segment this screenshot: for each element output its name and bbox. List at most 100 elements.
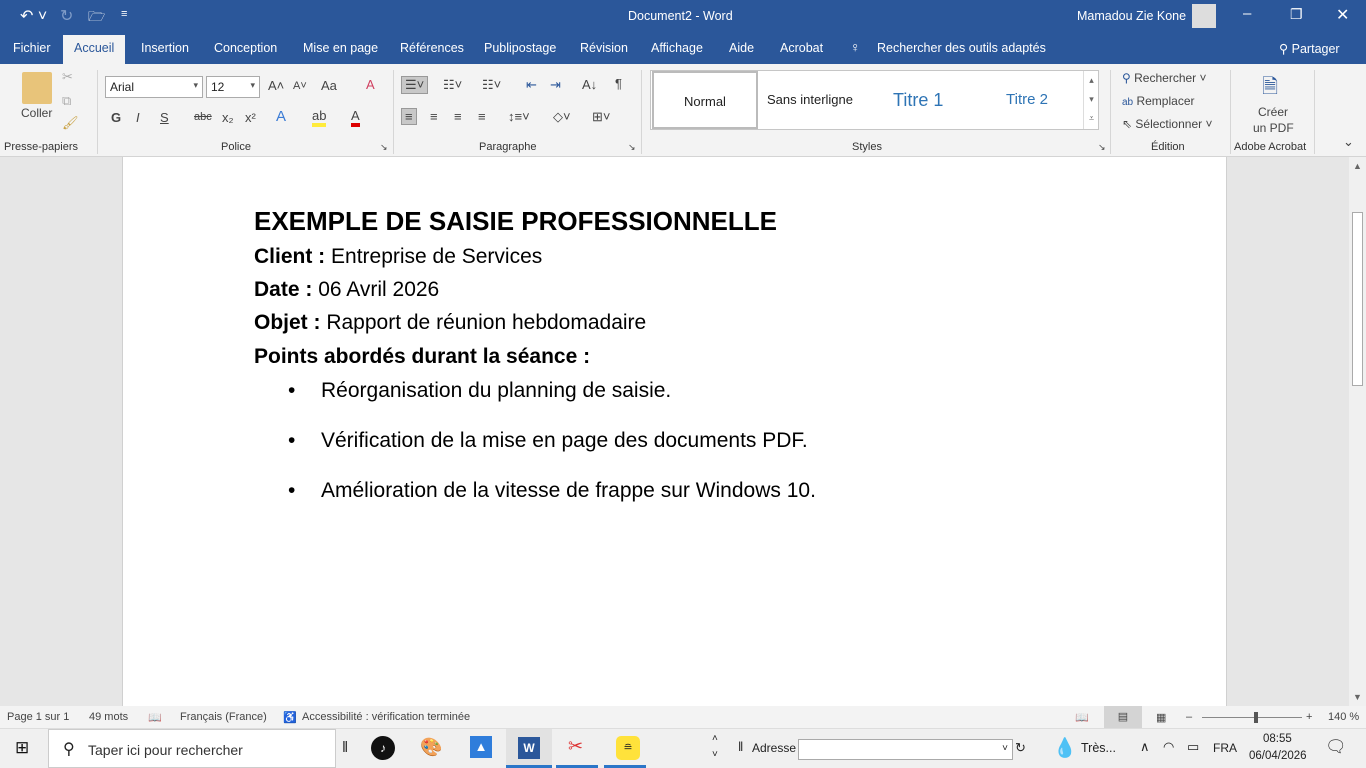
create-pdf-icon[interactable]: 🗎: [1262, 72, 1278, 106]
sort-icon[interactable]: A↓: [582, 77, 597, 92]
zoom-in-button[interactable]: +: [1306, 711, 1312, 723]
restore-icon[interactable]: ❐: [1290, 6, 1303, 23]
paste-icon[interactable]: [22, 72, 52, 104]
shading-icon[interactable]: ◇˅: [553, 109, 571, 125]
scroll-down-icon[interactable]: ▼: [1353, 692, 1362, 702]
paste-button[interactable]: Coller: [21, 106, 52, 120]
print-layout-icon[interactable]: ▤: [1104, 706, 1142, 728]
zoom-out-button[interactable]: –: [1186, 711, 1192, 723]
style-titre-1[interactable]: Titre 1: [893, 71, 943, 129]
accessibility-status[interactable]: Accessibilité : vérification terminée: [302, 711, 470, 723]
clock-date[interactable]: 06/04/2026: [1249, 750, 1307, 762]
tab-insertion[interactable]: Insertion: [141, 41, 189, 55]
snipping-tool-icon[interactable]: ✂: [568, 736, 583, 757]
read-mode-icon[interactable]: 📖: [1075, 711, 1089, 724]
chevron-down-icon[interactable]: ˅: [1002, 743, 1008, 754]
italic-button[interactable]: I: [136, 110, 140, 125]
share-button[interactable]: ⚲ Partager: [1279, 41, 1340, 56]
refresh-icon[interactable]: ↻: [1015, 740, 1026, 756]
font-dialog-launcher-icon[interactable]: ↘: [380, 142, 388, 153]
wifi-icon[interactable]: ◠: [1163, 739, 1174, 755]
tab-revision[interactable]: Révision: [580, 41, 628, 55]
clock-time[interactable]: 08:55: [1263, 733, 1292, 745]
scroll-up-icon[interactable]: ▲: [1353, 161, 1362, 171]
open-folder-icon[interactable]: 🗁: [88, 6, 105, 30]
tab-acrobat[interactable]: Acrobat: [780, 41, 823, 55]
multilevel-list-icon[interactable]: ☷˅: [482, 77, 501, 93]
tab-fichier[interactable]: Fichier: [13, 41, 51, 55]
text-effects-icon[interactable]: A: [276, 108, 286, 125]
proofing-icon[interactable]: 📖: [148, 711, 162, 724]
tab-conception[interactable]: Conception: [214, 41, 277, 55]
redo-icon[interactable]: ↻: [60, 6, 73, 26]
show-hidden-icons[interactable]: ∧: [1140, 739, 1150, 755]
font-color-icon[interactable]: A: [351, 108, 360, 127]
align-center-icon[interactable]: ≡: [430, 109, 438, 124]
vertical-scrollbar[interactable]: ▲ ▼: [1349, 157, 1366, 706]
tab-aide[interactable]: Aide: [729, 41, 754, 55]
style-normal[interactable]: Normal: [652, 71, 758, 129]
photos-icon[interactable]: ▲: [470, 736, 492, 758]
notifications-icon[interactable]: 🗨: [1325, 737, 1347, 757]
close-icon[interactable]: ✕: [1336, 5, 1349, 25]
line-spacing-icon[interactable]: ↕≡˅: [508, 109, 530, 124]
tiktok-icon[interactable]: ♪: [371, 736, 395, 760]
input-language[interactable]: FRA: [1213, 741, 1237, 755]
shrink-font-icon[interactable]: A˅: [293, 80, 307, 92]
justify-icon[interactable]: ≡: [478, 109, 486, 124]
format-painter-icon[interactable]: 🖌: [62, 115, 79, 131]
style-titre-2[interactable]: Titre 2: [1006, 71, 1048, 129]
language[interactable]: Français (France): [180, 711, 267, 723]
paragraph-dialog-launcher-icon[interactable]: ↘: [628, 142, 636, 153]
grow-font-icon[interactable]: A˄: [268, 78, 284, 93]
highlight-icon[interactable]: ab: [312, 108, 327, 127]
word-taskbar-button[interactable]: W: [506, 729, 552, 768]
address-input[interactable]: ˅: [798, 739, 1013, 760]
tab-accueil[interactable]: Accueil: [63, 35, 126, 64]
tab-publipostage[interactable]: Publipostage: [484, 41, 556, 55]
zoom-level[interactable]: 140 %: [1328, 711, 1359, 723]
align-right-icon[interactable]: ≡: [454, 109, 462, 124]
show-marks-icon[interactable]: ¶: [615, 76, 622, 91]
styles-dialog-launcher-icon[interactable]: ↘: [1098, 142, 1106, 153]
bullets-button[interactable]: ☰˅: [401, 76, 429, 94]
change-case-button[interactable]: Aa: [321, 78, 337, 93]
styles-scroll-buttons[interactable]: ▴ ▾ ⩡: [1083, 71, 1099, 129]
zoom-slider[interactable]: [1202, 712, 1302, 723]
weather-icon[interactable]: 💧: [1053, 736, 1077, 760]
task-view-icon[interactable]: ‖: [342, 739, 348, 756]
font-size-select[interactable]: 12: [206, 76, 260, 98]
tab-affichage[interactable]: Affichage: [651, 41, 703, 55]
bold-button[interactable]: G: [111, 110, 121, 125]
sticky-app-icon[interactable]: ≘: [616, 736, 640, 760]
undo-icon[interactable]: ↶ ˅: [20, 6, 47, 26]
zoom-slider-thumb[interactable]: [1254, 712, 1258, 723]
word-count[interactable]: 49 mots: [89, 711, 128, 723]
minimize-icon[interactable]: –: [1243, 5, 1251, 22]
borders-icon[interactable]: ⊞˅: [592, 109, 610, 125]
user-name[interactable]: Mamadou Zie Kone: [1077, 9, 1186, 23]
tab-references[interactable]: Références: [400, 41, 464, 55]
increase-indent-icon[interactable]: ⇥: [550, 77, 561, 93]
toolbar-scroll-icon[interactable]: ˄ ˅: [712, 731, 718, 763]
weather-text[interactable]: Très...: [1081, 741, 1116, 755]
taskbar-search[interactable]: ⚲ Taper ici pour rechercher: [48, 729, 336, 768]
tab-mise-en-page[interactable]: Mise en page: [303, 41, 378, 55]
collapse-ribbon-icon[interactable]: ⌄: [1343, 134, 1354, 150]
superscript-icon[interactable]: x²: [245, 110, 256, 125]
numbering-icon[interactable]: ☷˅: [443, 77, 462, 93]
style-sans-interligne[interactable]: Sans interligne: [767, 71, 853, 129]
web-layout-icon[interactable]: ▦: [1156, 711, 1166, 724]
decrease-indent-icon[interactable]: ⇤: [526, 77, 537, 93]
create-pdf-line1[interactable]: Créer: [1258, 105, 1288, 119]
customize-qat-icon[interactable]: ≡: [121, 8, 127, 20]
align-left-button[interactable]: ≡: [401, 108, 417, 125]
tell-me-search[interactable]: Rechercher des outils adaptés: [877, 41, 1046, 55]
strikethrough-button[interactable]: abc: [194, 111, 212, 123]
windows-start-icon[interactable]: ⊞: [15, 738, 29, 758]
replace-button[interactable]: ab Remplacer: [1122, 94, 1195, 108]
copy-icon[interactable]: ⧉: [62, 93, 71, 109]
page-count[interactable]: Page 1 sur 1: [7, 711, 69, 723]
battery-icon[interactable]: ▭: [1187, 739, 1199, 755]
document-page[interactable]: EXEMPLE DE SAISIE PROFESSIONNELLE Client…: [122, 157, 1227, 706]
